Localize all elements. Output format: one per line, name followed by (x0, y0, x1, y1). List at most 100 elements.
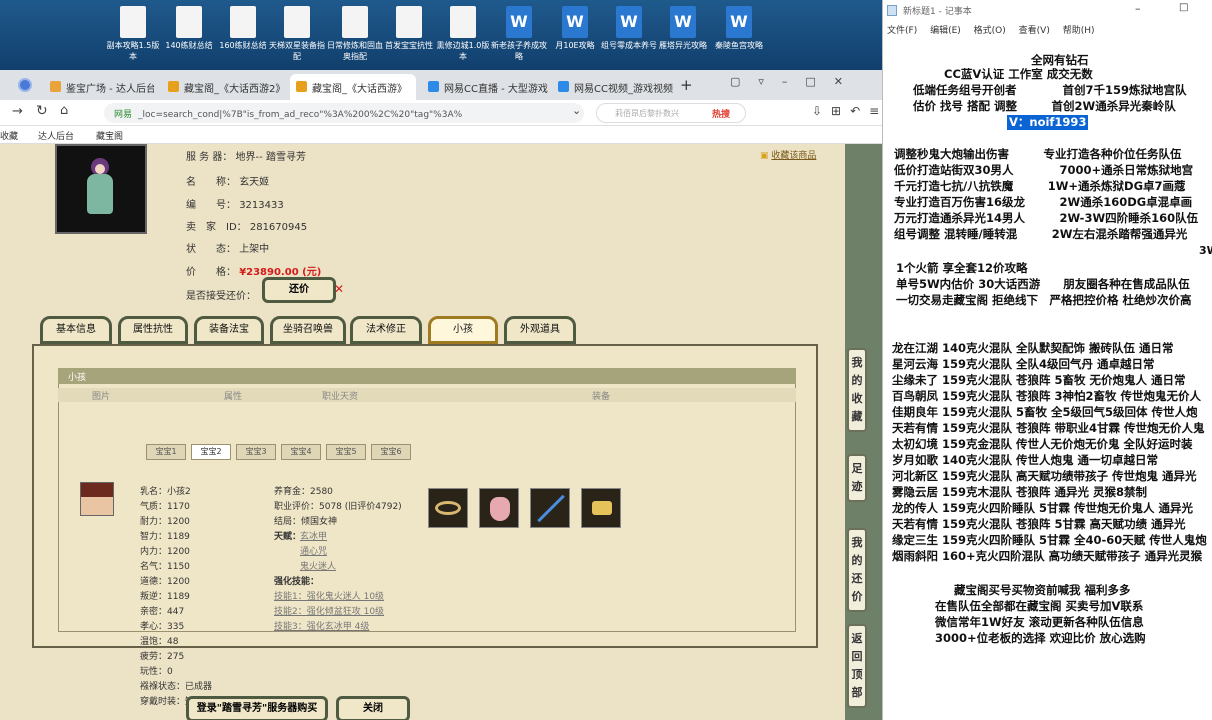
url-field[interactable]: 网易 _loc=search_cond|%7B"is_from_ad_reco"%… (104, 103, 584, 123)
notepad-line: 组号调整 混转睡/睡转混 2W左右混杀踏帮强通异光 (894, 227, 1188, 241)
tab-appearance[interactable]: 外观道具 (504, 316, 576, 344)
np-line (884, 60, 894, 61)
talent-2[interactable]: 通心咒 (300, 544, 327, 557)
boost-2[interactable]: 技能2：强化倾盆狂攻 10级 (274, 604, 384, 617)
tab-attributes[interactable]: 属性抗性 (118, 316, 188, 344)
tab-favicon-icon (296, 81, 307, 92)
text-file-icon (284, 6, 310, 38)
attr-satiety: 温饱：48 (140, 637, 179, 647)
desktop-icon-label: 副本攻略1.5版本 (106, 41, 160, 61)
browser-tab[interactable]: 藏宝阁_《大话西游2》 (162, 74, 286, 100)
notepad-line: 星河云海 159克火混队 全队4级回气丹 通卓越日常 (892, 357, 1155, 371)
desktop-icon[interactable]: 160练财总结 (214, 6, 272, 51)
tab-equipment[interactable]: 装备法宝 (194, 316, 264, 344)
sub-tab-baby5[interactable]: 宝宝5 (326, 444, 366, 460)
col-header-equipment: 装备 (592, 392, 611, 402)
desktop-icon[interactable]: 日常修炼和固血奥指配 (326, 6, 384, 62)
browser-tab[interactable]: 网易CC直播 - 大型游戏 (422, 74, 548, 100)
sub-tab-baby1[interactable]: 宝宝1 (146, 444, 186, 460)
bargain-button[interactable]: 还价 (262, 277, 336, 303)
browser-tab-label: 鉴宝广场 - 达人后台 (66, 84, 154, 95)
word-doc-icon: W (670, 6, 696, 38)
menu-file[interactable]: 文件(F) (887, 26, 917, 36)
notepad-title: 新标题1 - 记事本 (903, 7, 972, 17)
search-placeholder: 莉佰昂后黎扑数兴 (615, 109, 679, 118)
ending: 结局：倾国女神 (274, 517, 338, 527)
dropdown-icon[interactable]: ⌄ (572, 104, 581, 117)
tab-favicon-icon (50, 81, 61, 92)
desktop-icon[interactable]: 熏修边城1.0版本 (434, 6, 492, 62)
sidebar-my-favorites[interactable]: 我的收藏 (847, 348, 867, 432)
sidebar-my-bargains[interactable]: 我的还价 (847, 528, 867, 612)
text-file-icon (230, 6, 256, 38)
attr-swaddle: 襁褓状态：已成器 (140, 682, 213, 692)
sidebar-back-to-top[interactable]: 返回顶部 (847, 624, 867, 708)
desktop-icon[interactable]: 140练财总结 (160, 6, 218, 51)
tab-child[interactable]: 小孩 (428, 316, 498, 344)
tab-mounts-pets[interactable]: 坐骑召唤兽 (270, 316, 346, 344)
equip-bag-icon[interactable] (479, 488, 519, 528)
browser-tab-label: 网易CC视频_游戏视频 (574, 84, 673, 95)
desktop-icon[interactable]: 天梯双星装备指配 (268, 6, 326, 62)
forward-icon[interactable]: → (12, 104, 23, 119)
notepad-line: 低价打造站街双30男人 7000+通杀日常炼狱地宫 (894, 163, 1194, 177)
sub-tab-baby3[interactable]: 宝宝3 (236, 444, 276, 460)
collect-link[interactable]: ▣ 收藏该商品 (760, 148, 816, 161)
browser-tab[interactable]: 网易CC视频_游戏视频 (552, 74, 676, 100)
menu-help[interactable]: 帮助(H) (1063, 26, 1095, 36)
new-tab-icon[interactable]: + (680, 76, 693, 94)
equip-gold-icon[interactable] (581, 488, 621, 528)
col-header-image: 图片 (92, 392, 111, 402)
sub-tab-baby4[interactable]: 宝宝4 (281, 444, 321, 460)
equip-sword-icon[interactable] (530, 488, 570, 528)
bookmark-item[interactable]: 收藏 (0, 129, 18, 142)
toolbar-icons[interactable]: ⇩⊞↶≡ (812, 104, 888, 118)
attr-intimacy: 亲密：447 (140, 607, 185, 617)
browser-tab[interactable]: 鉴宝广场 - 达人后台 (44, 74, 154, 100)
buy-on-server-label: 登录"踏雪寻芳"服务器购买 (196, 703, 318, 714)
attr-fatigue: 疲劳：275 (140, 652, 185, 662)
menu-edit[interactable]: 编辑(E) (930, 26, 961, 36)
desktop-icon[interactable]: W 秦陵鱼宫攻略 (710, 6, 768, 51)
desktop-icon-label: 新老孩子养成攻略 (491, 41, 547, 61)
desktop-icon-label: 首发宝宝抗性 (385, 41, 433, 50)
close-x-icon[interactable]: ✕ (334, 282, 344, 296)
tab-basic-info[interactable]: 基本信息 (40, 316, 112, 344)
notepad-line: 一切交易走藏宝阁 拒绝线下 严格把控价格 杜绝炒次价高 (896, 293, 1192, 307)
boost-3[interactable]: 技能3：强化玄冰甲 4级 (274, 619, 369, 632)
browser-logo-icon (18, 78, 32, 92)
sub-tab-baby2[interactable]: 宝宝2 (191, 444, 231, 460)
desktop-icon[interactable]: 首发宝宝抗性 (380, 6, 438, 51)
hot-search-label[interactable]: 热搜 (712, 107, 730, 120)
menu-format[interactable]: 格式(O) (974, 26, 1006, 36)
window-controls[interactable]: ▢▿–□✕ (730, 75, 861, 88)
desktop-icon[interactable]: W 新老孩子养成攻略 (490, 6, 548, 62)
browser-tab-label: 藏宝阁_《大话西游2》 (184, 84, 286, 95)
buy-on-server-button[interactable]: 登录"踏雪寻芳"服务器购买 (186, 696, 328, 720)
boost-1[interactable]: 技能1：强化鬼火迷人 10级 (274, 589, 384, 602)
desktop-icon[interactable]: W 雁塔异光攻略 (654, 6, 712, 51)
tab-favicon-icon (558, 81, 569, 92)
browser-tab[interactable]: 藏宝阁_《大话西游》 (290, 74, 416, 100)
equip-ring-icon[interactable] (428, 488, 468, 528)
desktop-icon[interactable]: W 月10E攻略 (546, 6, 604, 51)
talent-1[interactable]: 玄冰甲 (300, 529, 327, 542)
notepad-line: 在售队伍全部都在藏宝阁 买卖号加V联系 (935, 599, 1144, 613)
word-doc-icon: W (562, 6, 588, 38)
notepad-minimize-icon[interactable]: – (1135, 2, 1141, 15)
desktop-icon[interactable]: 副本攻略1.5版本 (104, 6, 162, 62)
desktop-icon-label: 天梯双星装备指配 (269, 41, 325, 61)
tab-spell-mod[interactable]: 法术修正 (350, 316, 422, 344)
bookmark-item[interactable]: 达人后台 (38, 129, 74, 142)
close-button[interactable]: 关闭 (336, 696, 410, 720)
notepad-maximize-icon[interactable]: □ (1179, 2, 1188, 13)
sub-tab-baby6[interactable]: 宝宝6 (371, 444, 411, 460)
sidebar-footprint[interactable]: 足迹 (847, 454, 867, 502)
menu-view[interactable]: 查看(V) (1019, 26, 1050, 36)
url-text: _loc=search_cond|%7B"is_from_ad_reco"%3A… (138, 110, 463, 120)
desktop-icon[interactable]: W 组号零成本养号 (600, 6, 658, 51)
home-icon[interactable]: ⌂ (60, 103, 68, 118)
talent-3[interactable]: 鬼火迷人 (300, 559, 336, 572)
reload-icon[interactable]: ↻ (36, 103, 48, 119)
bookmark-item[interactable]: 藏宝阁 (96, 129, 123, 142)
